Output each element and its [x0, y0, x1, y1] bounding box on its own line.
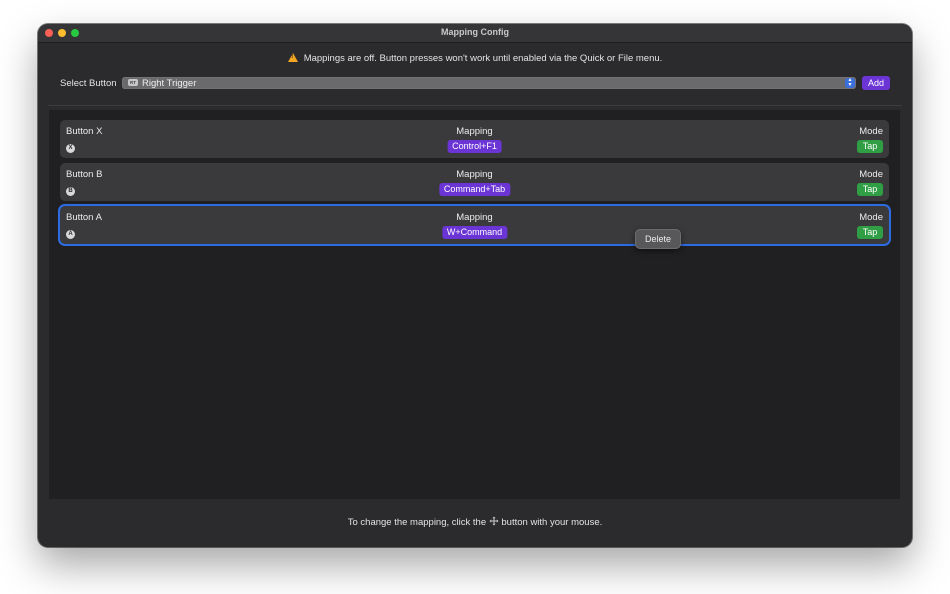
select-button-value: Right Trigger — [142, 77, 197, 89]
row-mode-tap-button[interactable]: Tap — [857, 226, 883, 239]
delete-menu-item[interactable]: Delete — [635, 229, 681, 249]
row-mapping-label: Mapping — [456, 126, 493, 137]
row-mode-label: Mode — [859, 126, 883, 137]
row-mode-label: Mode — [859, 169, 883, 180]
row-mode-tap-button[interactable]: Tap — [857, 183, 883, 196]
footer-hint: To change the mapping, click the button … — [38, 516, 912, 528]
row-mapping-value[interactable]: Command+Tab — [438, 183, 511, 196]
warning-text: Mappings are off. Button presses won't w… — [303, 53, 663, 64]
row-mode-tap-button[interactable]: Tap — [857, 140, 883, 153]
footer-text-before: To change the mapping, click the — [347, 517, 487, 528]
select-button-dropdown[interactable]: RT Right Trigger ▴ ▾ — [122, 77, 856, 89]
trigger-badge-icon: RT — [128, 79, 138, 86]
chevron-up-down-icon[interactable]: ▴ ▾ — [845, 77, 855, 88]
title-bar: Mapping Config — [38, 24, 912, 43]
row-mapping-label: Mapping — [456, 212, 493, 223]
select-button-label: Select Button — [60, 78, 117, 89]
mapping-list: Button X X Mapping Control+F1 Mode Tap B… — [49, 110, 900, 499]
row-mode-label: Mode — [859, 212, 883, 223]
move-arrows-icon — [489, 516, 499, 526]
window-title: Mapping Config — [441, 27, 509, 37]
mapping-row-button-b[interactable]: Button B B Mapping Command+Tab Mode Tap — [60, 163, 889, 201]
mapping-row-button-x[interactable]: Button X X Mapping Control+F1 Mode Tap — [60, 120, 889, 158]
button-x-glyph-icon: X — [66, 144, 75, 153]
button-b-glyph-icon: B — [66, 187, 75, 196]
row-mapping-label: Mapping — [456, 169, 493, 180]
mapping-config-window: Mapping Config Mappings are off. Button … — [38, 24, 912, 547]
divider — [48, 105, 902, 106]
footer-text-after: button with your mouse. — [501, 517, 603, 528]
add-button[interactable]: Add — [862, 76, 890, 90]
warning-triangle-icon — [287, 53, 298, 62]
row-mapping-value[interactable]: W+Command — [441, 226, 508, 239]
mappings-off-warning: Mappings are off. Button presses won't w… — [38, 52, 912, 64]
row-mapping-value[interactable]: Control+F1 — [447, 140, 502, 153]
button-a-glyph-icon: A — [66, 230, 75, 239]
mapping-row-button-a[interactable]: Button A A Mapping W+Command Mode Tap — [60, 206, 889, 244]
